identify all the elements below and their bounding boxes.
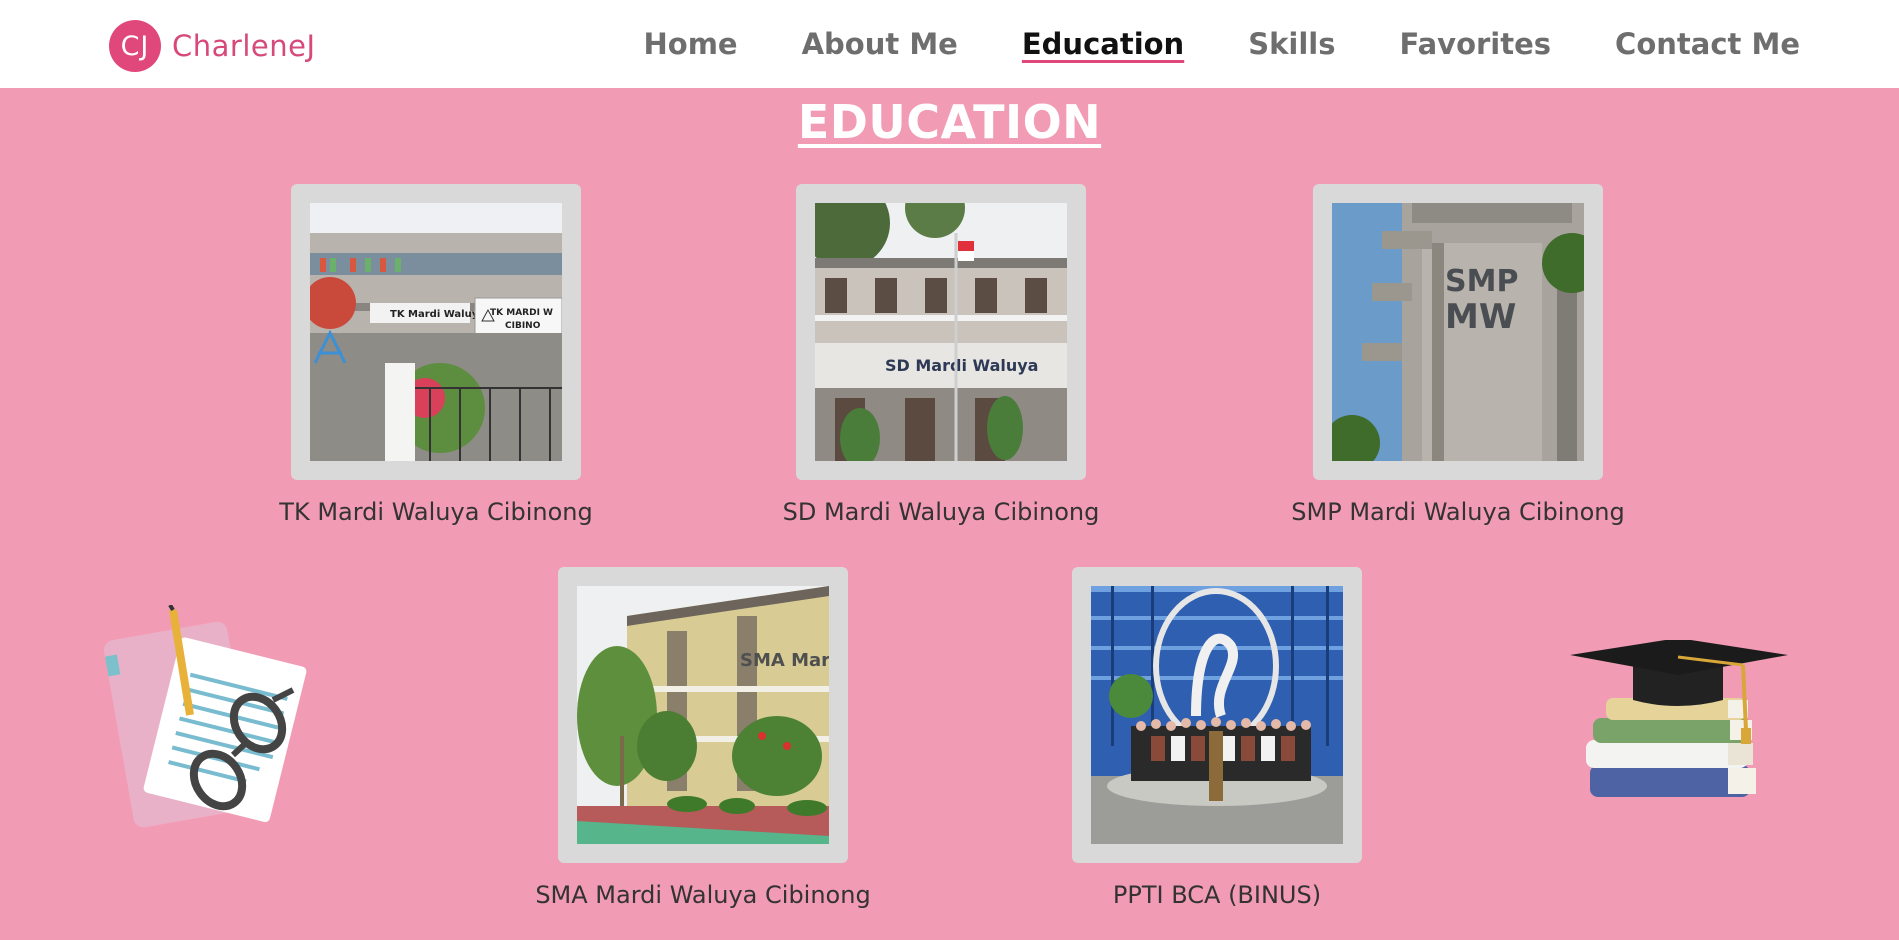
school-photo-smp: SMP MW xyxy=(1332,203,1584,461)
svg-text:SD Mardi Waluya: SD Mardi Waluya xyxy=(885,356,1038,375)
page-title: EDUCATION xyxy=(797,95,1102,149)
school-caption: TK Mardi Waluya Cibinong xyxy=(279,498,593,526)
nav-skills[interactable]: Skills xyxy=(1248,22,1335,66)
svg-text:TK MARDI W: TK MARDI W xyxy=(490,308,553,318)
school-caption: PPTI BCA (BINUS) xyxy=(1112,881,1322,909)
brand-badge: CJ xyxy=(109,20,161,72)
svg-text:SMP: SMP xyxy=(1445,264,1518,299)
school-photo-binus xyxy=(1091,586,1343,844)
school-caption: SMA Mardi Waluya Cibinong xyxy=(535,881,871,909)
svg-text:TK Mardi Waluya: TK Mardi Waluya xyxy=(390,309,485,320)
svg-text:MW: MW xyxy=(1445,297,1516,337)
brand-name: CharleneJ xyxy=(172,29,316,63)
nav-education[interactable]: Education xyxy=(1022,22,1184,66)
school-card-sma: SMA Mard SMA Mardi Waluya Cibinong xyxy=(535,567,871,909)
school-photo-sd: SD Mardi Waluya xyxy=(815,203,1067,461)
school-caption: SMP Mardi Waluya Cibinong xyxy=(1291,498,1625,526)
svg-text:CIBINO: CIBINO xyxy=(505,321,541,331)
nav-about-me[interactable]: About Me xyxy=(802,22,958,66)
school-card-sd: SD Mardi Waluya SD Mardi Waluya Cibinong xyxy=(783,184,1099,526)
school-photo-sma: SMA Mard xyxy=(577,586,829,844)
school-card-tk: TK Mardi Waluya TK MARDI W CIBINO TK Mar… xyxy=(279,184,593,526)
nav-menu: Home About Me Education Skills Favorites… xyxy=(580,22,1801,66)
svg-text:SMA Mard: SMA Mard xyxy=(740,650,829,671)
photo-frame xyxy=(1072,567,1362,863)
nav-contact-me[interactable]: Contact Me xyxy=(1615,22,1800,66)
photo-frame: SD Mardi Waluya xyxy=(796,184,1086,480)
school-card-binus: PPTI BCA (BINUS) xyxy=(1072,567,1362,909)
photo-frame: SMA Mard xyxy=(558,567,848,863)
notebook-glasses-icon xyxy=(103,605,307,828)
nav-home[interactable]: Home xyxy=(644,22,738,66)
photo-frame: TK Mardi Waluya TK MARDI W CIBINO xyxy=(291,184,581,480)
graduation-cap-books-icon xyxy=(1570,640,1788,797)
photo-frame: SMP MW xyxy=(1313,184,1603,480)
school-photo-tk: TK Mardi Waluya TK MARDI W CIBINO xyxy=(310,203,562,461)
navbar: CJ CharleneJ Home About Me Education Ski… xyxy=(0,0,1899,88)
school-caption: SD Mardi Waluya Cibinong xyxy=(782,498,1100,526)
brand-logo[interactable]: CJ CharleneJ xyxy=(109,20,316,72)
nav-favorites[interactable]: Favorites xyxy=(1399,22,1551,66)
school-card-smp: SMP MW SMP Mardi Waluya Cibinong xyxy=(1291,184,1625,526)
